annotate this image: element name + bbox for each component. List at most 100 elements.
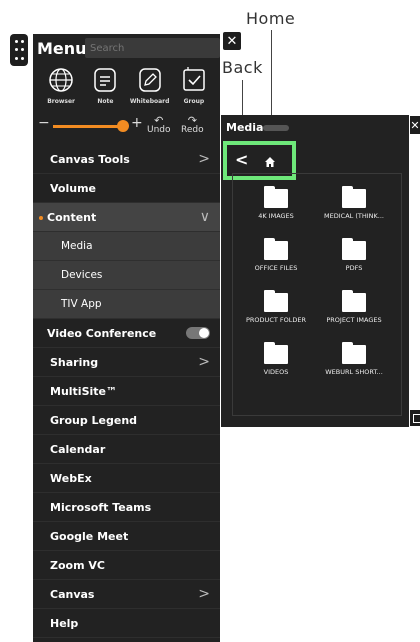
menu-item-group-legend[interactable]: Group Legend bbox=[33, 406, 220, 435]
menu-title: Menu bbox=[37, 38, 87, 58]
folder-icon bbox=[342, 342, 366, 364]
folder-icon bbox=[264, 342, 288, 364]
folder-name: VIDEOS bbox=[263, 368, 289, 376]
group-label: Group bbox=[183, 98, 205, 105]
menu-item-label: Zoom VC bbox=[50, 558, 105, 572]
menu-item-label: Video Conference bbox=[47, 326, 157, 340]
volume-control-row: − + ↶ Undo ↷ Redo bbox=[33, 111, 220, 145]
folder-name: MEDICAL (THINK... bbox=[324, 212, 384, 220]
volume-down-button[interactable]: − bbox=[38, 115, 50, 131]
menu-item-volume[interactable]: Volume bbox=[33, 174, 220, 203]
menu-item-calendar[interactable]: Calendar bbox=[33, 435, 220, 464]
media-close-button[interactable]: ✕ bbox=[410, 116, 420, 134]
menu-item-webex[interactable]: WebEx bbox=[33, 464, 220, 493]
back-annotation: Back bbox=[222, 58, 263, 77]
home-button[interactable] bbox=[264, 153, 276, 172]
media-panel-grip[interactable] bbox=[263, 125, 289, 131]
note-label: Note bbox=[97, 98, 114, 105]
folder-name: WEBURL SHORT... bbox=[325, 368, 383, 376]
group-icon bbox=[183, 67, 205, 91]
folder-icon bbox=[264, 290, 288, 312]
note-tool[interactable]: Note bbox=[85, 66, 125, 105]
menu-panel: Menu Browser Note bbox=[33, 34, 220, 642]
menu-item-label: Help bbox=[50, 616, 79, 630]
video-conference-toggle[interactable] bbox=[186, 327, 210, 339]
menu-item-content[interactable]: Content ∨ bbox=[33, 203, 220, 232]
menu-item-label: Sharing bbox=[50, 355, 99, 369]
menu-item-sharing[interactable]: Sharing > bbox=[33, 348, 220, 377]
chevron-right-icon: > bbox=[198, 586, 210, 602]
menu-item-microsoft-teams[interactable]: Microsoft Teams bbox=[33, 493, 220, 522]
menu-item-label: WebEx bbox=[50, 471, 92, 485]
media-resize-button[interactable] bbox=[410, 410, 420, 426]
folder-name: 4K IMAGES bbox=[258, 212, 294, 220]
menu-item-zoom-vc[interactable]: Zoom VC bbox=[33, 551, 220, 580]
menu-item-label: Canvas Tools bbox=[50, 152, 130, 166]
folder-item[interactable]: PROJECT IMAGES bbox=[314, 290, 394, 324]
folder-icon bbox=[342, 186, 366, 208]
tools-row: Browser Note Whiteboard Group bbox=[33, 62, 220, 105]
undo-label: Undo bbox=[147, 125, 171, 135]
menu-item-canvas-tools[interactable]: Canvas Tools > bbox=[33, 145, 220, 174]
folder-icon bbox=[264, 186, 288, 208]
undo-icon: ↶ bbox=[154, 114, 164, 127]
note-icon bbox=[94, 68, 117, 92]
menu-item-label: MultiSite™ bbox=[50, 384, 117, 398]
chevron-down-icon: ∨ bbox=[199, 209, 210, 225]
menu-item-google-meet[interactable]: Google Meet bbox=[33, 522, 220, 551]
folder-item[interactable]: MEDICAL (THINK... bbox=[314, 186, 394, 220]
media-panel: Media < 4K IMAGES MEDICAL (THINK... OFFI… bbox=[221, 115, 409, 427]
folder-name: PRODUCT FOLDER bbox=[246, 316, 306, 324]
media-title: Media bbox=[226, 121, 264, 134]
menu-item-label: Content bbox=[47, 210, 97, 224]
folder-item[interactable]: PDFS bbox=[314, 238, 394, 272]
folder-name: OFFICE FILES bbox=[254, 264, 298, 272]
menu-item-multisite[interactable]: MultiSite™ bbox=[33, 377, 220, 406]
folder-item[interactable]: VIDEOS bbox=[236, 342, 316, 376]
menu-item-label: Group Legend bbox=[50, 413, 138, 427]
menu-item-video-conference[interactable]: Video Conference bbox=[33, 319, 220, 348]
whiteboard-label: Whiteboard bbox=[129, 98, 170, 105]
browser-tool[interactable]: Browser bbox=[41, 66, 81, 105]
search-input[interactable] bbox=[85, 38, 220, 58]
group-tool[interactable]: Group bbox=[174, 66, 214, 105]
menu-item-label: Canvas bbox=[50, 587, 95, 601]
menu-item-help[interactable]: Help bbox=[33, 609, 220, 638]
menu-item-label: Calendar bbox=[50, 442, 106, 456]
volume-slider-track[interactable] bbox=[53, 125, 123, 128]
whiteboard-tool[interactable]: Whiteboard bbox=[130, 66, 170, 105]
menu-item-label: Microsoft Teams bbox=[50, 500, 152, 514]
folder-name: PROJECT IMAGES bbox=[326, 316, 382, 324]
browser-label: Browser bbox=[47, 98, 76, 105]
folder-icon bbox=[342, 290, 366, 312]
folder-name: PDFS bbox=[345, 264, 363, 272]
menu-item-canvas[interactable]: Canvas > bbox=[33, 580, 220, 609]
chevron-right-icon: > bbox=[198, 354, 210, 370]
redo-button[interactable]: ↷ Redo bbox=[181, 114, 204, 135]
menu-close-button[interactable]: ✕ bbox=[223, 32, 241, 50]
folder-item[interactable]: PRODUCT FOLDER bbox=[236, 290, 316, 324]
folder-item[interactable]: OFFICE FILES bbox=[236, 238, 316, 272]
media-folder-grid: 4K IMAGES MEDICAL (THINK... OFFICE FILES… bbox=[232, 173, 402, 416]
volume-up-button[interactable]: + bbox=[131, 115, 143, 131]
folder-icon bbox=[342, 238, 366, 260]
redo-label: Redo bbox=[181, 125, 204, 135]
volume-slider-handle[interactable] bbox=[117, 120, 129, 132]
menu-item-label: Volume bbox=[50, 181, 96, 195]
back-button[interactable]: < bbox=[235, 150, 248, 169]
globe-icon bbox=[49, 68, 73, 92]
home-icon bbox=[265, 157, 275, 167]
submenu-item-media[interactable]: Media bbox=[33, 232, 220, 261]
square-icon bbox=[413, 414, 420, 423]
redo-icon: ↷ bbox=[187, 114, 197, 127]
submenu-item-devices[interactable]: Devices bbox=[33, 261, 220, 290]
folder-item[interactable]: WEBURL SHORT... bbox=[314, 342, 394, 376]
submenu-item-tiv-app[interactable]: TIV App bbox=[33, 290, 220, 319]
close-icon: ✕ bbox=[226, 33, 238, 49]
undo-button[interactable]: ↶ Undo bbox=[147, 114, 171, 135]
drag-handle[interactable] bbox=[10, 34, 28, 66]
menu-item-label: Google Meet bbox=[50, 529, 129, 543]
folder-item[interactable]: 4K IMAGES bbox=[236, 186, 316, 220]
folder-icon bbox=[264, 238, 288, 260]
menu-header: Menu bbox=[33, 34, 220, 62]
